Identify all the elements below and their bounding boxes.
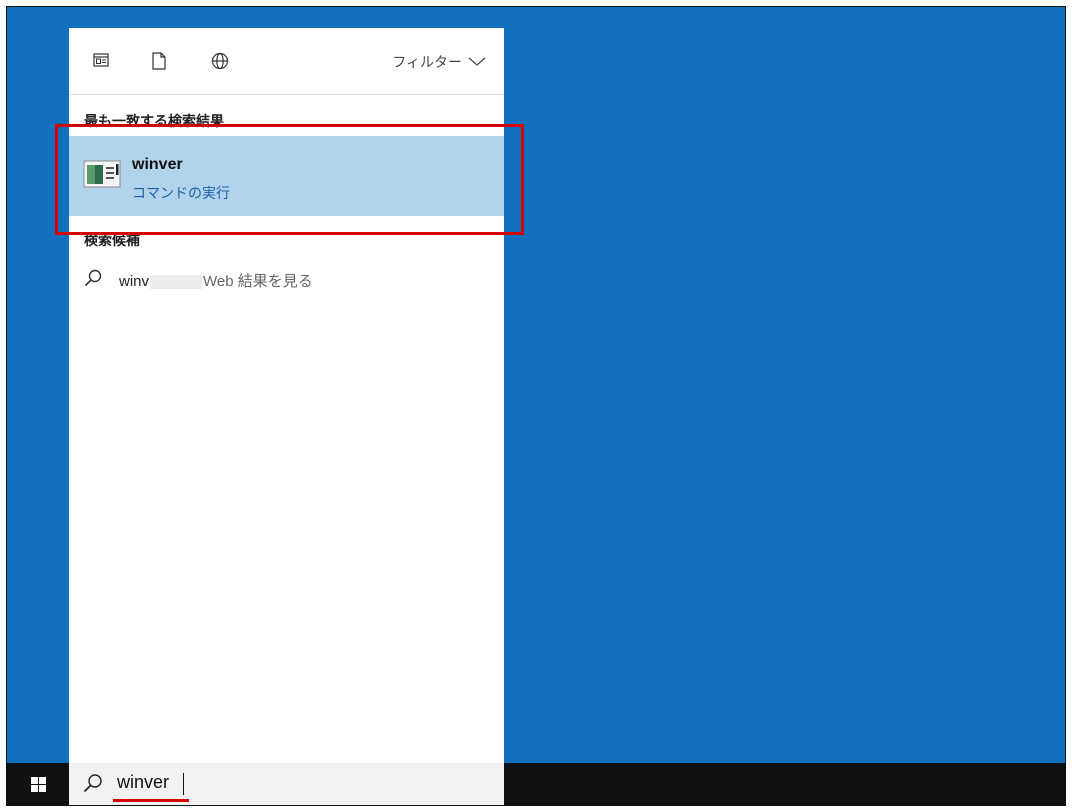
documents-filter-icon[interactable] — [151, 52, 167, 75]
input-underline-annotation — [113, 799, 189, 802]
search-icon — [84, 269, 102, 292]
web-suggestion-item[interactable]: winv Web 結果を見る — [69, 262, 504, 296]
suggestions-heading: 検索候補 — [84, 232, 140, 248]
taskbar: winver — [7, 763, 1065, 805]
panel-header: フィルター — [69, 28, 504, 95]
suggestion-query: winv — [119, 273, 150, 290]
start-button[interactable] — [7, 763, 69, 805]
redaction-mask — [150, 275, 203, 290]
filter-label: フィルター — [392, 54, 462, 70]
search-input[interactable]: winver — [117, 772, 169, 793]
taskbar-search-box[interactable]: winver — [69, 763, 504, 805]
web-filter-icon[interactable] — [211, 52, 229, 75]
result-name: winver — [132, 156, 183, 173]
best-match-heading: 最も一致する検索結果 — [84, 113, 224, 129]
best-match-result[interactable]: winver コマンドの実行 — [69, 136, 504, 216]
run-command-icon — [83, 159, 121, 194]
windows-logo-icon — [30, 776, 46, 792]
search-panel: フィルター 最も一致する検索結果 winver コマンドの実行 検索候補 win… — [69, 28, 504, 765]
text-caret — [183, 773, 184, 795]
result-type: コマンドの実行 — [132, 185, 230, 201]
filter-dropdown[interactable]: フィルター — [392, 52, 486, 72]
chevron-down-icon — [468, 54, 486, 70]
search-icon — [83, 773, 103, 798]
web-suggestion-text: winv Web 結果を見る — [119, 270, 313, 291]
screen: フィルター 最も一致する検索結果 winver コマンドの実行 検索候補 win… — [6, 6, 1066, 806]
suggestion-suffix: Web 結果を見る — [203, 273, 313, 290]
apps-filter-icon[interactable] — [93, 52, 109, 73]
